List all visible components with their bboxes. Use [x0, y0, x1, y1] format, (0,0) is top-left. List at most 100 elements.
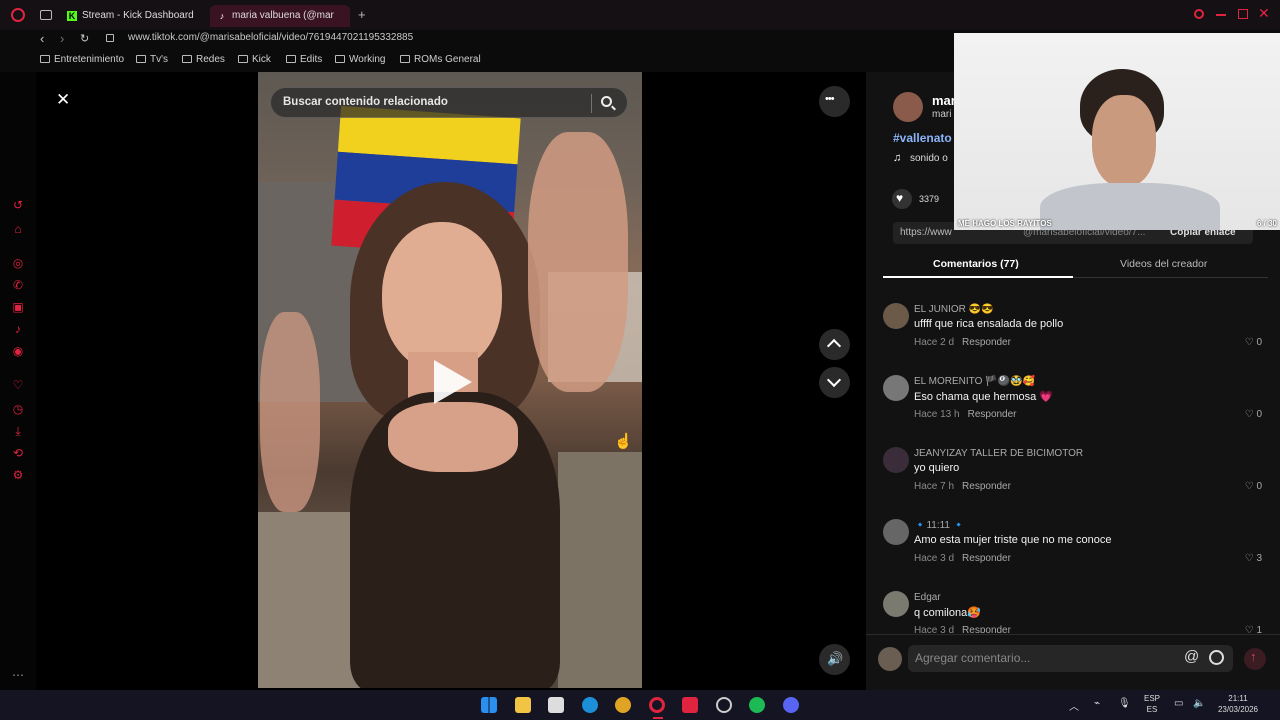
comment-user[interactable]: EL MORENITO 🏴🎱🥸🥰: [914, 376, 1035, 387]
tab-tiktok[interactable]: ♪ maria valbuena (@mar: [210, 5, 350, 27]
comment-user[interactable]: 🔹11:11 🔹: [914, 520, 965, 531]
search-tabs-icon[interactable]: [1194, 9, 1204, 19]
bookmark-roms-general[interactable]: ROMs General: [400, 54, 481, 65]
speaker-icon[interactable]: 🔈: [1193, 698, 1205, 709]
avatar[interactable]: [883, 591, 909, 617]
comment-like-button[interactable]: ♡ 0: [1245, 337, 1262, 348]
file-explorer-icon[interactable]: [515, 697, 531, 713]
mention-icon[interactable]: @: [1184, 648, 1199, 665]
comment-like-button[interactable]: ♡ 1: [1245, 625, 1262, 633]
related-search-box[interactable]: Buscar contenido relacionado: [270, 87, 628, 118]
tiktok-app-icon[interactable]: [682, 697, 698, 713]
hashtag-link[interactable]: #vallenato: [893, 131, 952, 145]
spotify-icon[interactable]: [749, 697, 765, 713]
heart-icon[interactable]: ♡: [11, 378, 25, 392]
settings-icon[interactable]: ⚙: [11, 468, 25, 482]
robot-icon[interactable]: ⌂: [11, 222, 25, 236]
more-sidebar-icon[interactable]: ⋯: [11, 668, 25, 682]
comment-user[interactable]: EL JUNIOR 😎😎: [914, 304, 994, 315]
tray-chevron-up-icon[interactable]: ︿: [1069, 698, 1079, 713]
comment-input-box[interactable]: Agregar comentario... @: [908, 645, 1233, 672]
forward-icon[interactable]: ›: [60, 31, 64, 46]
avatar[interactable]: [883, 447, 909, 473]
chevron-down-icon: [826, 372, 842, 388]
reply-button[interactable]: Responder: [968, 409, 1017, 420]
tab-kick-dashboard[interactable]: K Stream - Kick Dashboard: [60, 5, 206, 27]
chrome-icon[interactable]: [615, 697, 631, 713]
clock[interactable]: 21:11 23/03/2026: [1213, 693, 1263, 715]
comment-user[interactable]: Edgar: [914, 592, 941, 603]
avatar[interactable]: [883, 375, 909, 401]
new-tab-button[interactable]: +: [358, 7, 366, 22]
next-video-button[interactable]: [819, 367, 850, 398]
taskbar: ︿ ⌁ 🎙 ESP ES ▭ 🔈 21:11 23/03/2026: [0, 690, 1280, 720]
clock-icon[interactable]: ◷: [11, 402, 25, 416]
sound-name[interactable]: sonido o: [910, 153, 948, 164]
reload-icon[interactable]: ↻: [80, 32, 89, 45]
avatar[interactable]: [883, 303, 909, 329]
tab-comments[interactable]: Comentarios (77): [933, 258, 1019, 270]
like-button[interactable]: ♥: [892, 189, 912, 209]
discord-app-icon[interactable]: [783, 697, 799, 713]
opera-icon[interactable]: [649, 697, 665, 713]
maximize-icon[interactable]: [1238, 9, 1248, 19]
discord-icon[interactable]: ◉: [11, 344, 25, 358]
related-search-input[interactable]: Buscar contenido relacionado: [283, 96, 448, 108]
chatgpt-icon[interactable]: [716, 697, 732, 713]
comment-like-button[interactable]: ♡ 3: [1245, 553, 1262, 564]
bookmark-kick[interactable]: Kick: [238, 54, 271, 65]
comment-user[interactable]: JEANYIZAY TALLER DE BICIMOTOR: [914, 448, 1083, 459]
tab-creator-videos[interactable]: Videos del creador: [1120, 258, 1207, 270]
snipping-tool-icon[interactable]: [548, 697, 564, 713]
instagram-icon[interactable]: ▣: [11, 300, 25, 314]
search-icon-handle: [611, 105, 616, 111]
bookmark-edits[interactable]: Edits: [286, 54, 322, 65]
comment-like-button[interactable]: ♡ 0: [1245, 409, 1262, 420]
divider: [591, 94, 592, 113]
post-comment-button[interactable]: ↑: [1244, 648, 1266, 670]
reply-button[interactable]: Responder: [962, 481, 1011, 492]
close-window-icon[interactable]: ✕: [1258, 5, 1270, 22]
url-input[interactable]: www.tiktok.com/@marisabeloficial/video/7…: [128, 32, 413, 43]
heart-icon: ♥: [896, 191, 904, 205]
reply-button[interactable]: Responder: [962, 337, 1011, 348]
history-icon[interactable]: ↺: [11, 198, 25, 212]
reply-button[interactable]: Responder: [962, 553, 1011, 564]
workspaces-icon[interactable]: [40, 10, 52, 20]
windows-start-icon[interactable]: [481, 697, 497, 713]
play-icon[interactable]: [434, 360, 472, 404]
comment-input[interactable]: Agregar comentario...: [915, 651, 1030, 665]
comment-meta: Hace 3 d Responder: [914, 625, 1011, 633]
more-options-button[interactable]: •••: [819, 86, 850, 117]
messenger-icon[interactable]: ◎: [11, 256, 25, 270]
bookmark-tvs[interactable]: Tv's: [136, 54, 168, 65]
minimize-icon[interactable]: [1216, 14, 1226, 16]
tiktok-sidebar-icon[interactable]: ♪: [11, 322, 25, 336]
bookmark-working[interactable]: Working: [335, 54, 386, 65]
close-player-button[interactable]: ✕: [56, 90, 70, 110]
edge-icon[interactable]: [582, 697, 598, 713]
reply-button[interactable]: Responder: [962, 625, 1011, 633]
opera-logo-icon[interactable]: [11, 8, 25, 22]
language-indicator[interactable]: ESP ES: [1142, 693, 1162, 715]
comment-item: EL JUNIOR 😎😎 uffff que rica ensalada de …: [883, 303, 1268, 369]
whatsapp-icon[interactable]: ✆: [11, 278, 25, 292]
bookmark-entretenimiento[interactable]: Entretenimiento: [40, 54, 124, 65]
avatar[interactable]: [883, 519, 909, 545]
microphone-icon[interactable]: 🎙: [1118, 698, 1131, 709]
author-avatar[interactable]: [893, 92, 923, 122]
search-icon[interactable]: [601, 96, 612, 107]
volume-button[interactable]: 🔊: [819, 644, 850, 675]
emoji-icon[interactable]: [1209, 650, 1224, 665]
clock-time: 21:11: [1228, 694, 1248, 703]
previous-video-button[interactable]: [819, 329, 850, 360]
bookmark-redes[interactable]: Redes: [182, 54, 225, 65]
back-icon[interactable]: ‹: [40, 31, 44, 46]
extensions-icon[interactable]: ⟲: [11, 446, 25, 460]
author-name[interactable]: mar: [932, 93, 956, 108]
network-icon[interactable]: ⌁: [1094, 698, 1100, 709]
video-frame[interactable]: [258, 72, 642, 688]
display-icon[interactable]: ▭: [1174, 698, 1183, 709]
download-icon[interactable]: ⤓: [11, 424, 25, 438]
comment-like-button[interactable]: ♡ 0: [1245, 481, 1262, 492]
